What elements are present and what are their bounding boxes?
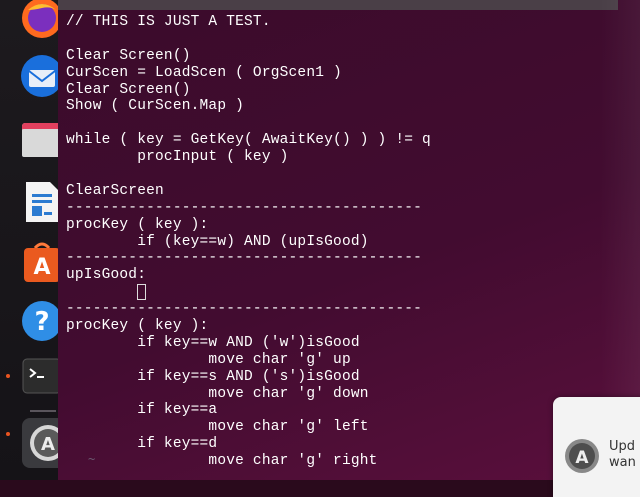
- terminal-line: CurScen = LoadScen ( OrgScen1 ): [66, 64, 342, 81]
- terminal-line: procKey ( key ):: [66, 216, 209, 233]
- update-notification[interactable]: A Upd wan: [553, 397, 640, 497]
- svg-text:A: A: [41, 434, 55, 455]
- terminal-line: if key==w AND ('w')isGood: [66, 334, 360, 351]
- notification-line-1: Upd: [609, 439, 636, 454]
- terminal-line: if key==s AND ('s')isGood: [66, 368, 360, 385]
- terminal-line: if key==a: [66, 402, 218, 419]
- terminal-line: ClearScreen: [66, 182, 164, 199]
- terminal-line: procInput ( key ): [66, 149, 289, 166]
- notification-text: Upd wan: [609, 439, 636, 471]
- terminal-line: procKey ( key ):: [66, 318, 209, 335]
- terminal-line: Show ( CurScen.Map ): [66, 98, 245, 115]
- terminal-line: if (key==w) AND (upIsGood): [66, 233, 369, 250]
- svg-text:?: ?: [34, 307, 49, 337]
- app-center-icon: A: [24, 242, 60, 282]
- svg-text:A: A: [575, 448, 589, 468]
- terminal-line: move char 'g' left: [66, 419, 369, 436]
- dock-separator: [30, 410, 56, 412]
- terminal-icon: [22, 358, 62, 394]
- terminal-line: upIsGood:: [66, 267, 147, 284]
- terminal-line: [66, 284, 431, 301]
- terminal-line: Clear Screen(): [66, 47, 191, 64]
- terminal-line: move char 'g' down: [66, 385, 369, 402]
- software-updater-icon: A: [565, 439, 599, 473]
- terminal-line: // THIS IS JUST A TEST.: [66, 14, 271, 30]
- terminal-running-dot: [6, 374, 10, 378]
- terminal-line: move char 'g' right: [66, 453, 378, 470]
- terminal-line: if key==d: [66, 436, 218, 453]
- updater-running-dot: [6, 432, 10, 436]
- terminal-line: Clear Screen(): [66, 81, 191, 98]
- terminal-line: while ( key = GetKey( AwaitKey() ) ) != …: [66, 132, 431, 149]
- terminal-line: ----------------------------------------: [66, 250, 423, 267]
- empty-line-marker: ~: [88, 452, 96, 466]
- terminal-line: move char 'g' up: [66, 351, 351, 368]
- terminal-line: ----------------------------------------: [66, 301, 423, 318]
- terminal-titlebar-edge: [58, 0, 618, 10]
- terminal-line: ----------------------------------------: [66, 199, 423, 216]
- text-cursor: [137, 284, 147, 301]
- terminal-text: // THIS IS JUST A TEST. Clear Screen() Cur…: [66, 14, 431, 470]
- libreoffice-writer-icon: [26, 182, 58, 222]
- svg-text:A: A: [33, 255, 50, 280]
- notification-line-2: wan: [609, 455, 636, 470]
